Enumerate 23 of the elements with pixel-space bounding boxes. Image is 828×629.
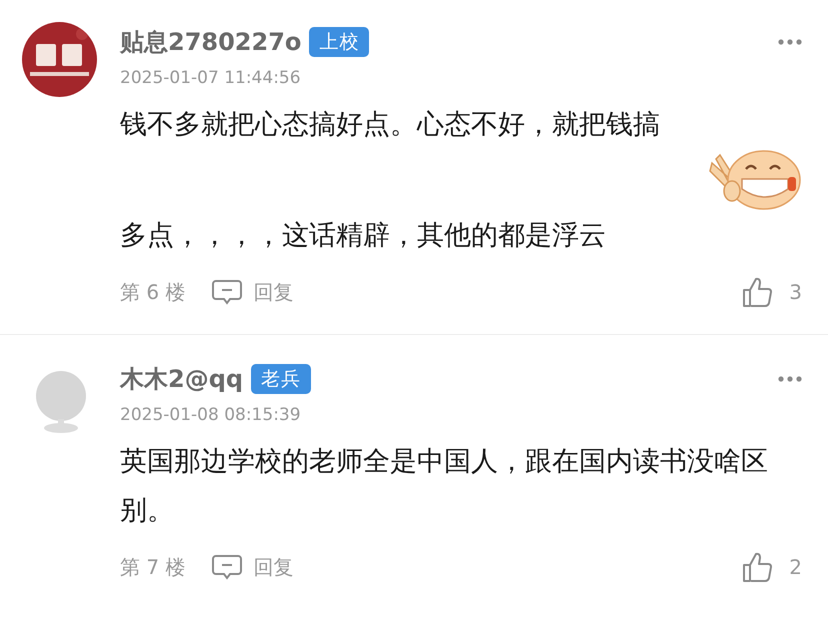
username[interactable]: 木木2@qq <box>120 363 244 395</box>
like-button[interactable]: 2 <box>741 551 802 583</box>
comment-text: 英国那边学校的老师全是中国人，跟在国内读书没啥区别。 <box>120 445 769 528</box>
floor-number: 第 6 楼 <box>120 278 186 306</box>
thumbs-up-icon <box>741 551 774 583</box>
rank-badge: 老兵 <box>251 364 312 394</box>
more-icon[interactable] <box>778 376 802 382</box>
timestamp: 2025-01-07 11:44:56 <box>120 68 301 88</box>
thumbs-up-icon <box>741 276 774 308</box>
comment-icon <box>211 279 244 305</box>
rank-badge: 上校 <box>309 27 370 57</box>
more-icon[interactable] <box>778 39 802 45</box>
comment-icon <box>211 554 244 580</box>
comment-text: 多点，，，，这话精辟，其他的都是浮云 <box>120 219 607 253</box>
floor-number: 第 7 楼 <box>120 554 186 580</box>
like-button[interactable]: 3 <box>741 276 802 308</box>
timestamp: 2025-01-08 08:15:39 <box>120 405 301 425</box>
avatar-icon <box>34 371 88 433</box>
comment-text: 钱不多就把心态搞好点。心态不好，就把钱搞 <box>120 108 661 142</box>
laughing-face-icon <box>708 149 802 211</box>
reply-button[interactable]: 回复 <box>211 554 294 580</box>
reply-button[interactable]: 回复 <box>211 278 294 306</box>
username[interactable]: 贴息2780227o <box>120 26 302 58</box>
